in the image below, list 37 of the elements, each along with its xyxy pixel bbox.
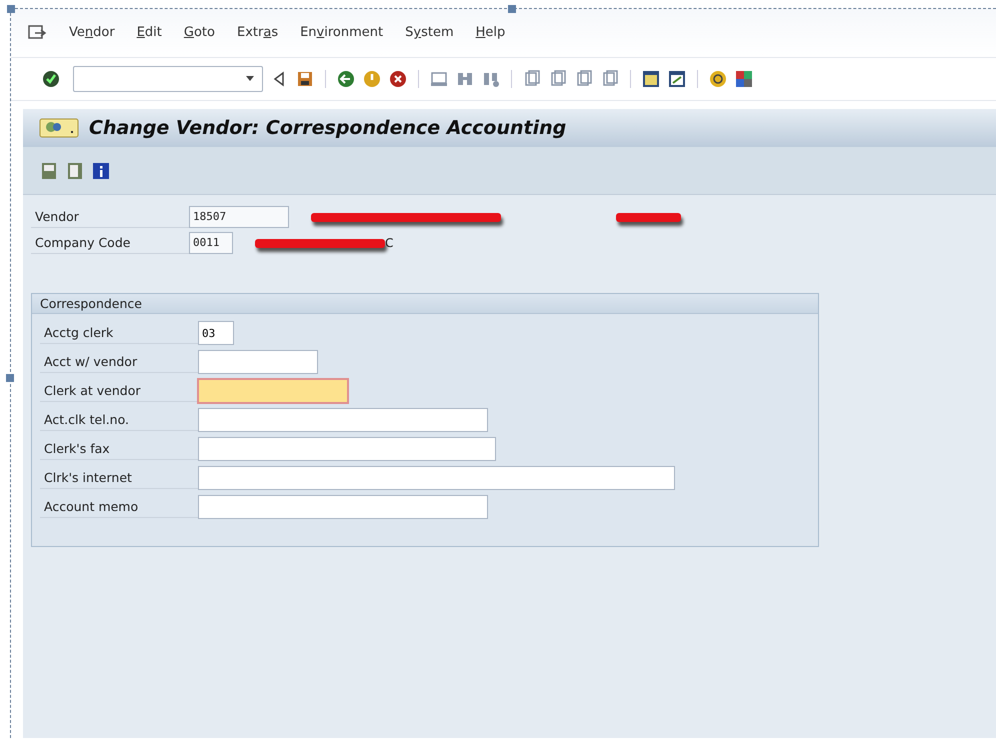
menu-item[interactable]: Goto bbox=[184, 23, 215, 43]
input-field[interactable] bbox=[198, 350, 318, 374]
shortcut-icon[interactable] bbox=[667, 69, 687, 89]
input-field[interactable] bbox=[198, 437, 496, 461]
help-icon[interactable] bbox=[708, 69, 728, 89]
menu-item[interactable]: Help bbox=[476, 23, 506, 43]
menu-item[interactable]: Environment bbox=[300, 23, 384, 43]
input-field[interactable]: 0011 bbox=[189, 232, 233, 254]
redaction-mark bbox=[616, 212, 681, 222]
group-title: Correspondence bbox=[32, 294, 818, 314]
screen-title: Change Vendor: Correspondence Accounting bbox=[89, 116, 566, 140]
menu-item[interactable]: Vendor bbox=[69, 23, 115, 43]
check-icon[interactable] bbox=[41, 69, 61, 89]
back-icon[interactable] bbox=[336, 69, 356, 89]
cancel-icon[interactable] bbox=[388, 69, 408, 89]
input-field[interactable] bbox=[198, 495, 488, 519]
input-field[interactable] bbox=[198, 408, 488, 432]
resize-handle[interactable] bbox=[7, 5, 15, 13]
input-field[interactable] bbox=[198, 466, 675, 490]
resize-handle[interactable] bbox=[6, 374, 14, 382]
menu-item[interactable]: System bbox=[405, 23, 454, 43]
new-session-icon[interactable] bbox=[641, 69, 661, 89]
company-name-text: C bbox=[385, 235, 394, 252]
exit-icon[interactable] bbox=[362, 69, 382, 89]
command-field[interactable] bbox=[73, 66, 263, 92]
document-icon[interactable] bbox=[65, 160, 85, 180]
menu-item[interactable]: Extras bbox=[236, 23, 278, 43]
info-icon[interactable] bbox=[91, 160, 111, 180]
menu-item[interactable]: Edit bbox=[136, 23, 162, 43]
resize-handle[interactable] bbox=[508, 5, 516, 13]
menu-toggle-icon[interactable] bbox=[39, 118, 79, 138]
input-field[interactable]: 03 bbox=[198, 321, 234, 345]
input-field[interactable] bbox=[198, 379, 348, 403]
layout-icon[interactable] bbox=[734, 69, 754, 89]
save-icon[interactable] bbox=[295, 69, 315, 89]
input-field[interactable]: 18507 bbox=[189, 206, 289, 228]
vendor-document-icon[interactable] bbox=[39, 160, 59, 180]
